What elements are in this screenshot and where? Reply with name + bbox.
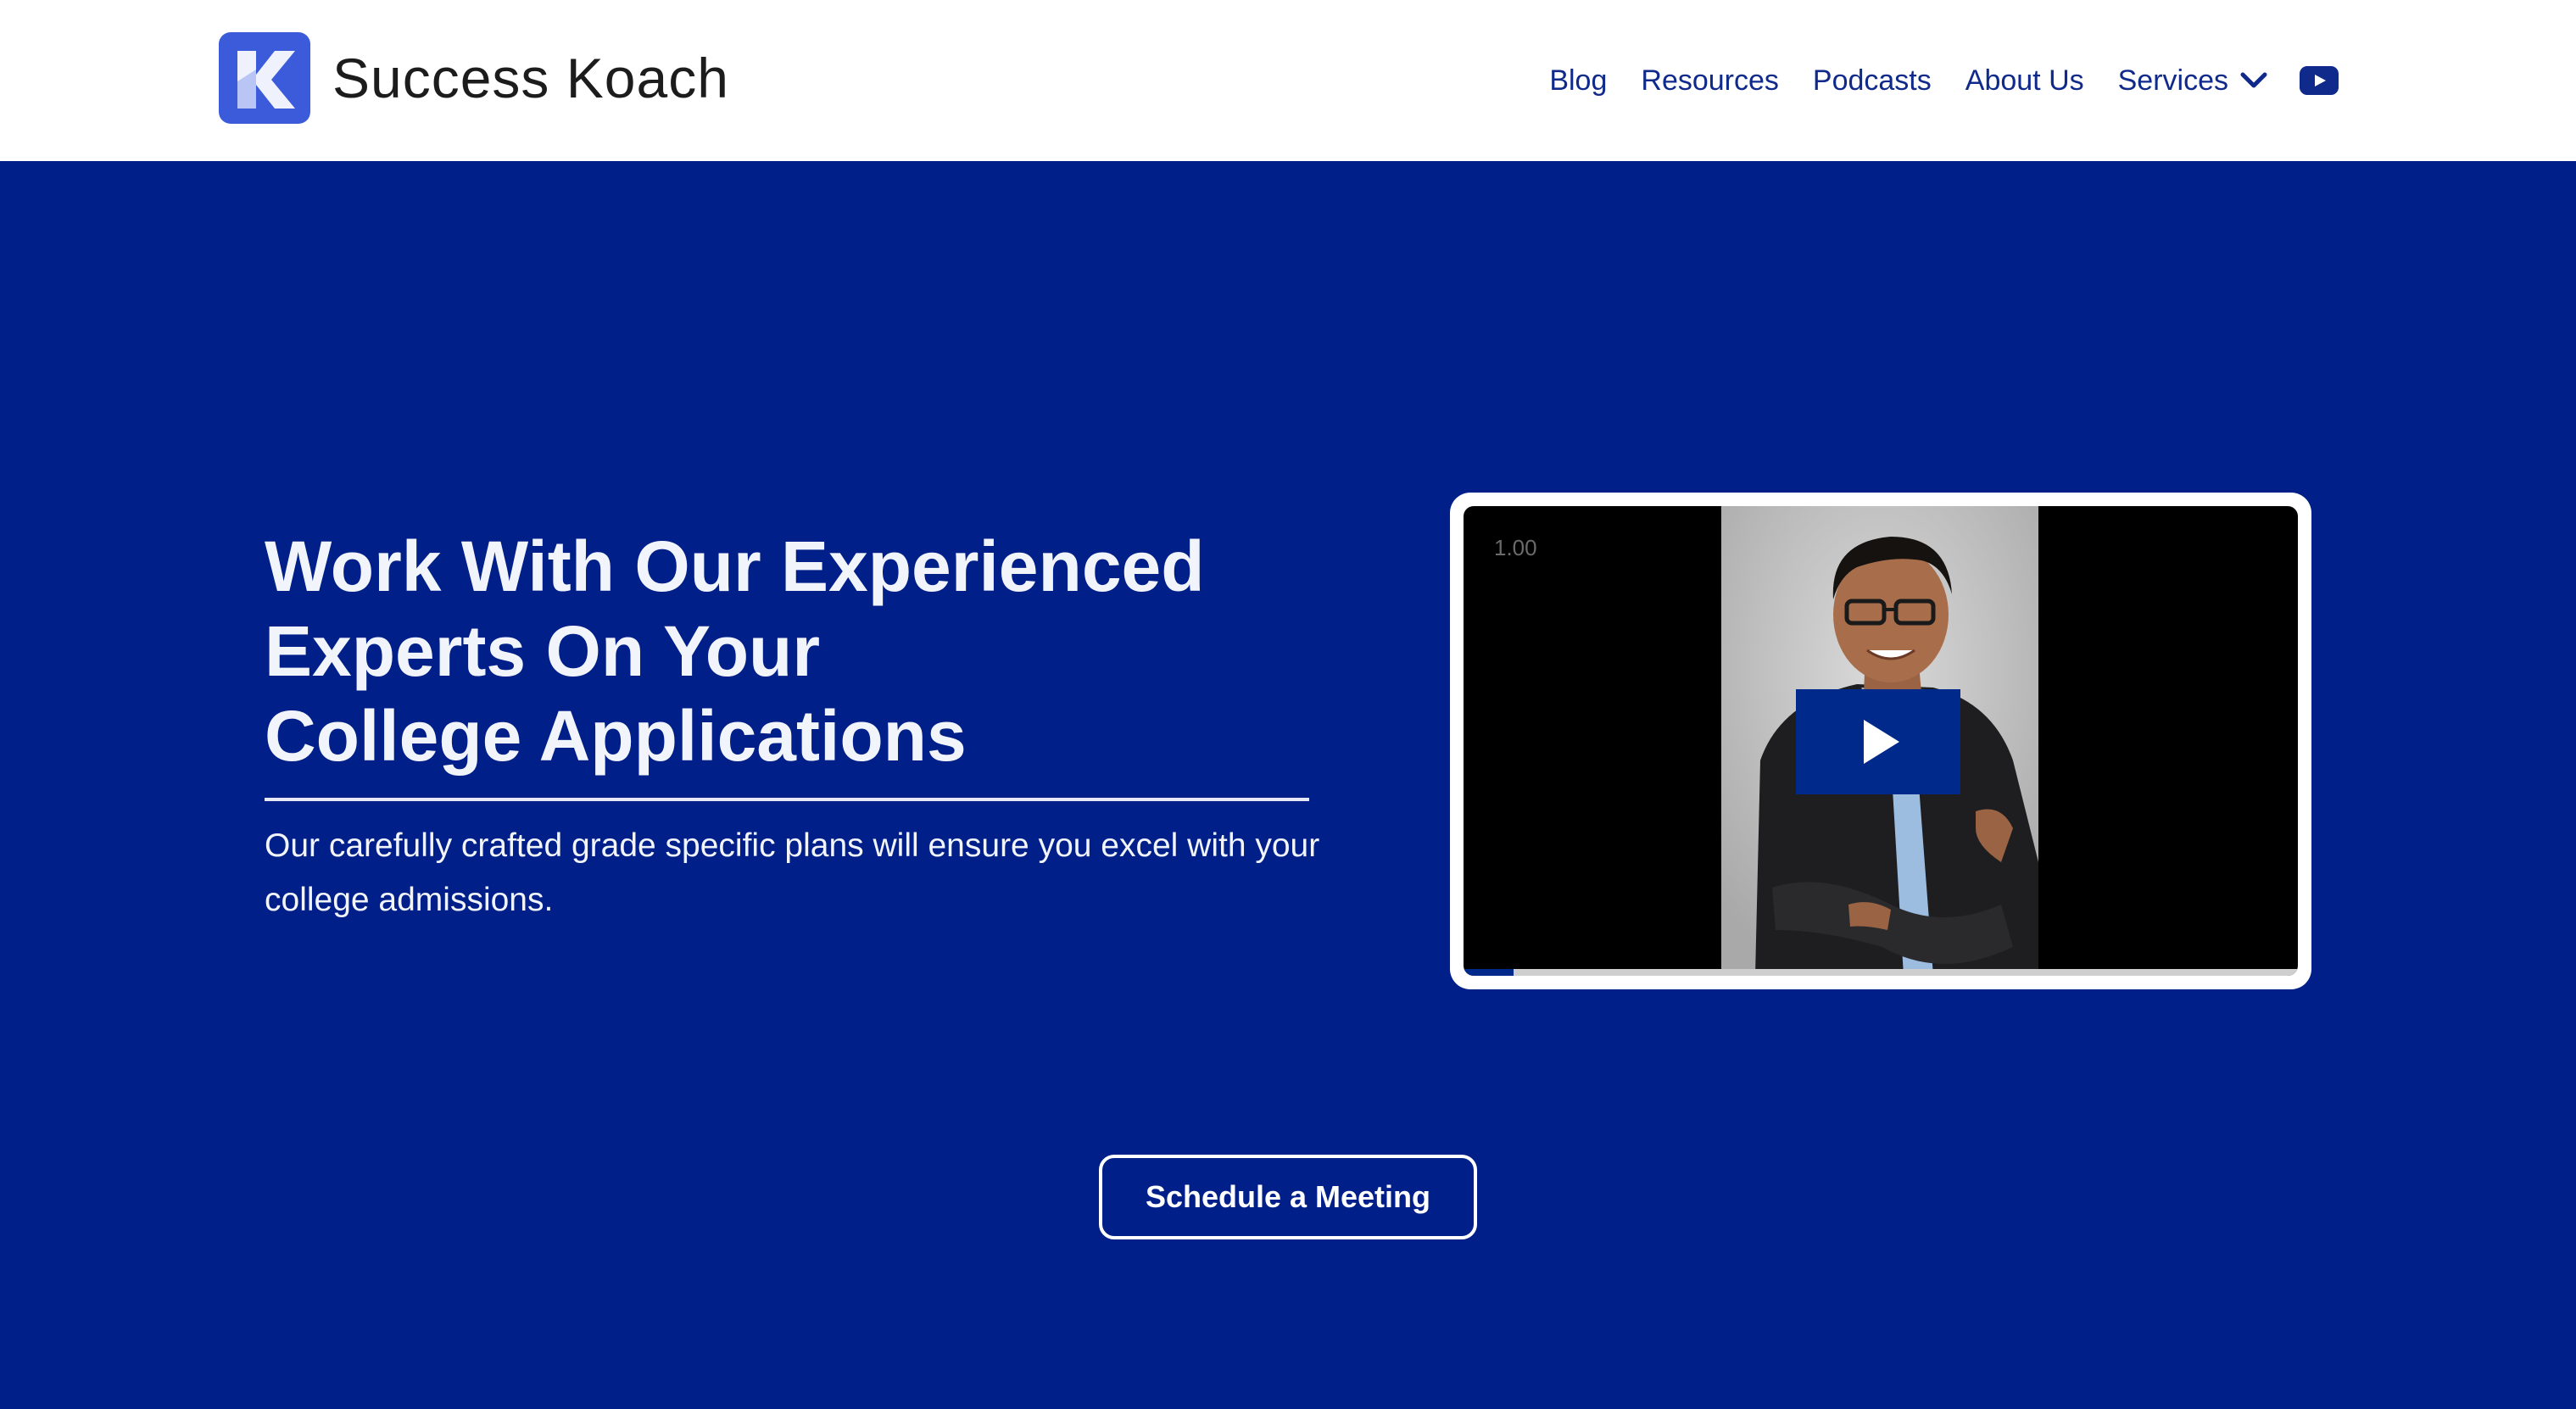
logo-k-icon [219, 32, 310, 124]
video-card: 1.00 [1450, 493, 2311, 989]
brand-logo[interactable]: Success Koach [219, 32, 729, 124]
hero-divider [265, 798, 1309, 801]
play-button[interactable] [1796, 689, 1960, 794]
video-progress-fill [1464, 969, 1514, 976]
nav-services-label: Services [2117, 64, 2228, 97]
main-nav: Blog Resources Podcasts About Us Service… [1549, 53, 2339, 109]
nav-services-dropdown[interactable]: Services [2118, 64, 2267, 97]
site-header: Success Koach Blog Resources Podcasts Ab… [0, 0, 2576, 161]
video-progress-bar[interactable] [1464, 969, 2298, 976]
schedule-meeting-button[interactable]: Schedule a Meeting [1099, 1155, 1477, 1239]
nav-blog[interactable]: Blog [1549, 64, 1607, 97]
video-player[interactable]: 1.00 [1464, 506, 2298, 976]
playback-speed[interactable]: 1.00 [1494, 535, 1537, 561]
hero-title-line: Experts On Your [265, 611, 821, 691]
nav-resources[interactable]: Resources [1641, 64, 1779, 97]
play-icon [1864, 720, 1899, 764]
brand-name: Success Koach [332, 47, 729, 109]
youtube-icon[interactable] [2300, 66, 2339, 95]
hero-title-line: Work With Our Experienced [265, 526, 1205, 606]
nav-podcasts[interactable]: Podcasts [1813, 64, 1932, 97]
hero-subtitle: Our carefully crafted grade specific pla… [265, 827, 1320, 918]
nav-about-us[interactable]: About Us [1965, 64, 2084, 97]
chevron-down-icon [2240, 72, 2267, 88]
hero-title: Work With Our Experienced Experts On You… [265, 524, 1367, 778]
hero-title-line: College Applications [265, 696, 967, 776]
